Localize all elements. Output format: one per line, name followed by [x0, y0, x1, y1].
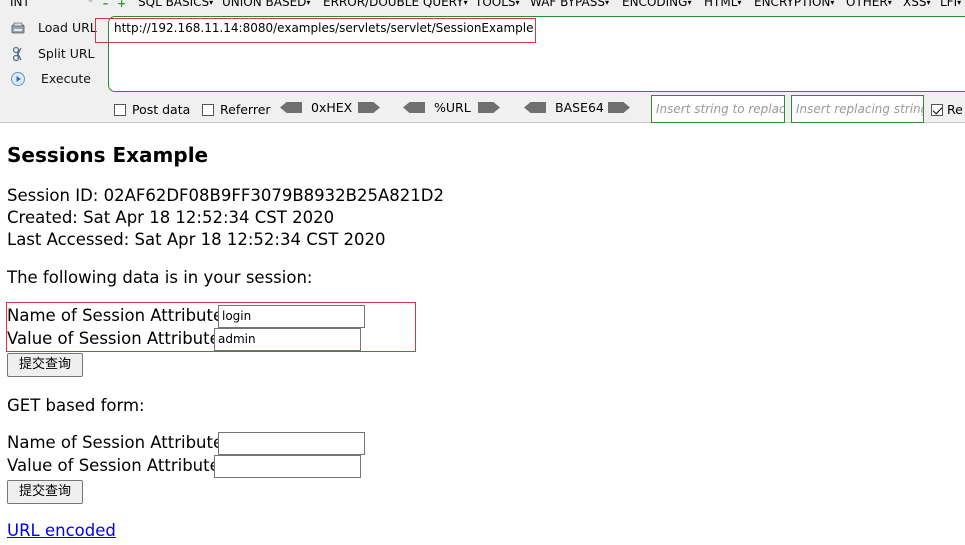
menu-other[interactable]: OTHER▾ [846, 0, 892, 9]
referrer-label: Referrer [220, 102, 271, 117]
menu-error-double-query[interactable]: ERROR/DOUBLE QUERY▾ [323, 0, 468, 9]
hackbar-menubar: SQL BASICS▾ UNION BASED▾ ERROR/DOUBLE QU… [0, 0, 965, 11]
form2-value-label: Value of Session Attribute: [7, 456, 226, 475]
base64-label: BASE64 [555, 100, 604, 115]
form1-submit-button[interactable]: 提交查询 [7, 353, 83, 377]
post-data-label: Post data [132, 102, 191, 117]
menu-xss[interactable]: XSS▾ [903, 0, 930, 9]
execute-button[interactable]: Execute [6, 69, 106, 91]
menu-encryption[interactable]: ENCRYPTION▾ [754, 0, 834, 9]
load-url-label: Load URL [38, 20, 97, 35]
form2-submit-button[interactable]: 提交查询 [7, 480, 83, 504]
session-data-heading: The following data is in your session: [7, 268, 313, 287]
split-url-icon [12, 46, 22, 62]
replacing-string-placeholder: Insert replacing string [796, 102, 924, 116]
replace-string-placeholder: Insert string to replace [656, 102, 785, 116]
url-highlight-box [95, 18, 536, 43]
referrer-box[interactable] [202, 104, 214, 116]
hackbar-toolbar: INT ⌵ – + SQL BASICS▾ UNION BASED▾ ERROR… [0, 0, 965, 123]
menu-union-based[interactable]: UNION BASED▾ [222, 0, 310, 9]
referrer-checkbox[interactable]: Referrer [202, 102, 271, 117]
menu-tools[interactable]: TOOLS▾ [475, 0, 520, 9]
form2-value-input[interactable] [214, 455, 361, 478]
form1-highlight-box [6, 302, 416, 352]
execute-label: Execute [41, 71, 91, 86]
load-url-icon [11, 22, 25, 34]
base64-encoder: BASE64 [524, 100, 634, 118]
arrow-right-icon[interactable] [608, 102, 630, 113]
arrow-right-icon[interactable] [478, 102, 500, 113]
hex-encoder: 0xHEX [280, 100, 382, 118]
replace-all-checkbox[interactable]: Re [931, 102, 963, 117]
menu-waf-bypass[interactable]: WAF BYPASS▾ [530, 0, 609, 9]
get-form-heading: GET based form: [7, 396, 145, 415]
replace-string-input[interactable]: Insert string to replace [651, 95, 785, 123]
post-data-checkbox[interactable]: Post data [114, 102, 190, 117]
menu-encoding[interactable]: ENCODING▾ [622, 0, 691, 9]
created-text: Created: Sat Apr 18 12:52:34 CST 2020 [7, 208, 335, 227]
arrow-left-icon[interactable] [403, 102, 425, 113]
split-url-button[interactable]: Split URL [6, 44, 106, 66]
replacing-string-input[interactable]: Insert replacing string [791, 95, 924, 123]
menu-html[interactable]: HTML▾ [704, 0, 741, 9]
post-data-box[interactable] [114, 104, 126, 116]
execute-icon [11, 72, 25, 86]
replace-all-label: Re [947, 102, 963, 117]
session-id-text: Session ID: 02AF62DF08B9FF3079B8932B25A8… [7, 186, 444, 205]
replace-all-box[interactable] [931, 104, 943, 116]
url-encoder: %URL [403, 100, 503, 118]
load-url-button[interactable]: Load URL [6, 18, 106, 40]
menu-sql-basics[interactable]: SQL BASICS▾ [138, 0, 213, 9]
menu-lfi[interactable]: LFI▾ [940, 0, 961, 9]
hex-label: 0xHEX [311, 100, 353, 115]
url-encoded-link[interactable]: URL encoded [7, 521, 116, 540]
arrow-left-icon[interactable] [280, 102, 302, 113]
arrow-right-icon[interactable] [358, 102, 380, 113]
arrow-left-icon[interactable] [524, 102, 546, 113]
page-title: Sessions Example [7, 143, 209, 167]
split-url-label: Split URL [38, 46, 95, 61]
form2-name-label: Name of Session Attribute: [7, 433, 229, 452]
last-accessed-text: Last Accessed: Sat Apr 18 12:52:34 CST 2… [7, 230, 386, 249]
url-enc-label: %URL [434, 100, 471, 115]
form2-name-input[interactable] [218, 432, 365, 455]
